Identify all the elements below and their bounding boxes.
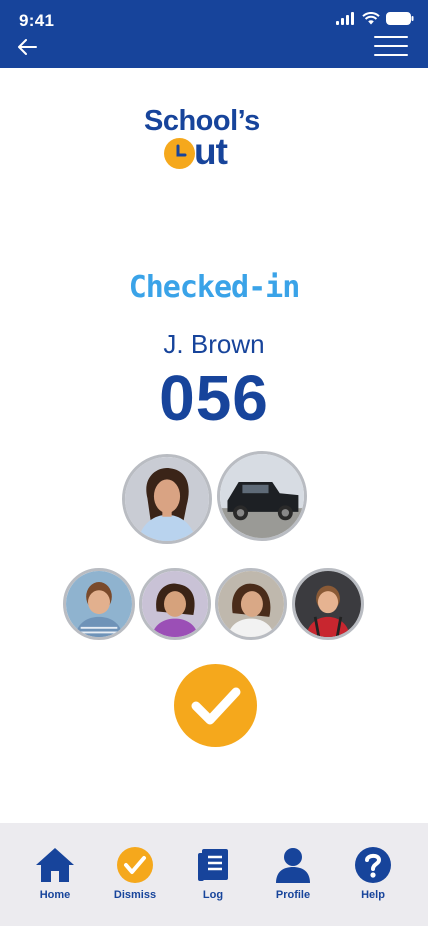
nav-item-dismiss[interactable]: Dismiss (95, 823, 175, 926)
battery-icon (386, 12, 414, 25)
logo-line2-text: ut (194, 131, 228, 172)
top-bar: 9:41 (0, 0, 428, 68)
checkin-status: Checked-in (128, 270, 301, 305)
nav-label-help: Help (361, 889, 385, 901)
arrow-left-icon (18, 39, 37, 55)
bottom-nav: Home Dismiss Log Profile Help (0, 823, 428, 926)
student-photo (215, 568, 287, 640)
vehicle-photo (217, 451, 307, 541)
pickup-number: 056 (159, 362, 269, 434)
status-time: 9:41 (19, 11, 55, 30)
guardian-name: J. Brown (163, 329, 265, 359)
nav-item-help[interactable]: Help (333, 823, 413, 926)
person-icon (276, 848, 310, 883)
nav-item-profile[interactable]: Profile (253, 823, 333, 926)
nav-label-home: Home (39, 889, 71, 901)
status-icons (336, 12, 414, 25)
question-icon (355, 847, 391, 883)
signal-icon (336, 12, 354, 25)
nav-item-log[interactable]: Log (173, 823, 253, 926)
nav-item-home[interactable]: Home (15, 823, 95, 926)
check-circle-icon (117, 847, 153, 883)
nav-label-profile: Profile (275, 889, 311, 901)
nav-label-log: Log (202, 889, 224, 901)
wifi-icon (362, 12, 380, 25)
student-photo (292, 568, 364, 640)
nav-label-dismiss: Dismiss (113, 889, 157, 901)
clock-icon (164, 138, 195, 169)
guardian-photo (122, 454, 212, 544)
checkmark-icon (191, 687, 240, 724)
checked-in-confirm-badge (174, 664, 257, 747)
home-icon (36, 848, 74, 882)
student-photo (139, 568, 211, 640)
hamburger-menu-icon[interactable] (374, 36, 408, 56)
student-photo (63, 568, 135, 640)
document-icon (198, 849, 228, 881)
back-button[interactable] (14, 36, 40, 58)
